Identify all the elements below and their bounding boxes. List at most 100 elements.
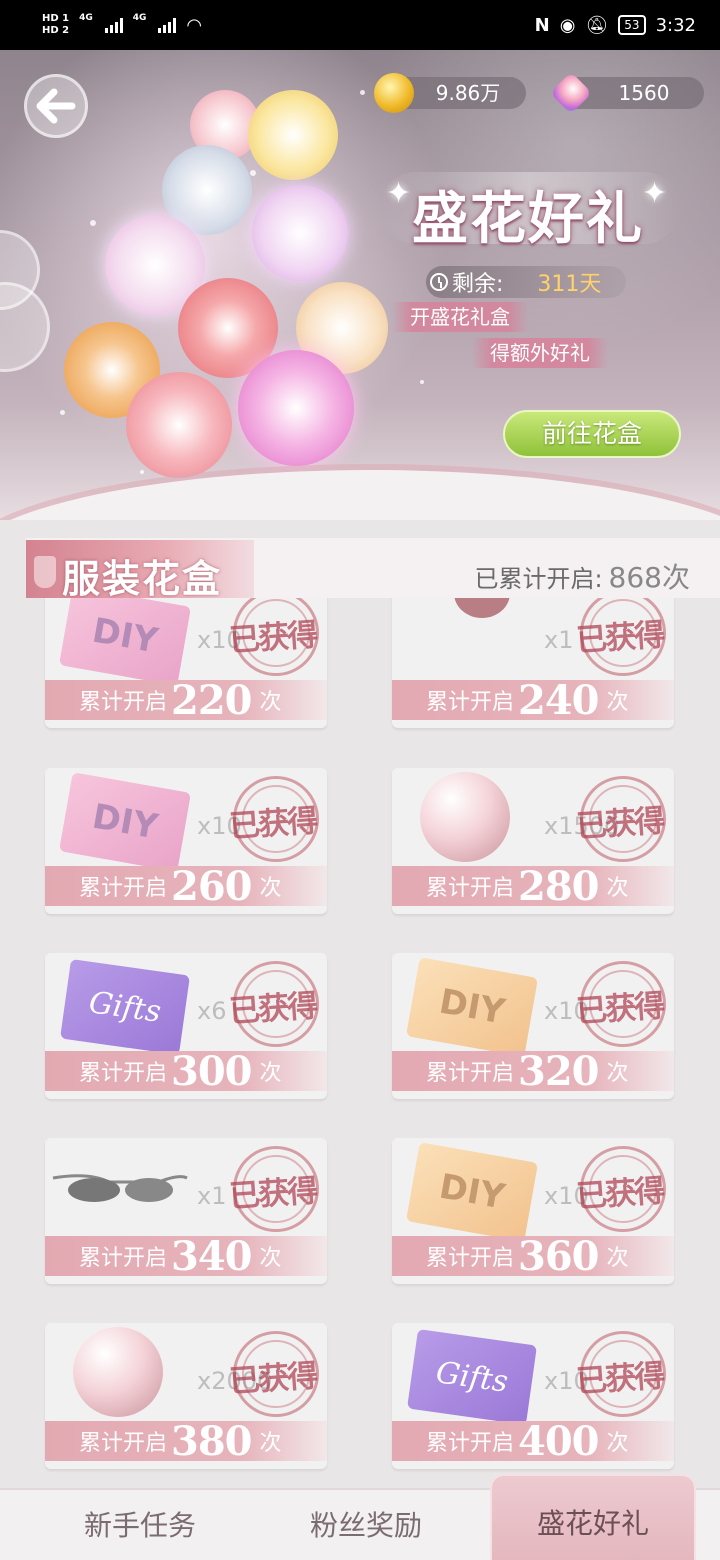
remaining-time: 剩余: 311天 xyxy=(426,266,626,298)
milestone-suffix: 次 xyxy=(606,690,629,715)
total-opened-value: 868次 xyxy=(608,561,690,594)
milestone-prefix: 累计开启 xyxy=(79,1061,168,1086)
milestone-bar: 累计开启 260 次 xyxy=(45,863,327,910)
obtained-stamp-text: 已获得 xyxy=(228,1358,318,1400)
gem-balance[interactable]: 1560 xyxy=(549,71,704,115)
clock-icon xyxy=(430,273,448,291)
milestone-suffix: 次 xyxy=(606,876,629,901)
total-opened: 已累计开启: 868次 xyxy=(474,556,690,596)
milestone-prefix: 累计开启 xyxy=(79,1431,168,1456)
reward-card[interactable]: x1 已获得 累计开启 240 次 xyxy=(392,598,674,728)
milestone-bar: 累计开启 240 次 xyxy=(392,677,674,724)
clock-time: 3:32 xyxy=(655,14,696,36)
milestone-count: 400 xyxy=(518,1417,599,1465)
obtained-stamp-text: 已获得 xyxy=(228,988,318,1030)
obtained-stamp-text: 已获得 xyxy=(575,803,665,845)
reward-grid[interactable]: DIY x10 已获得 累计开启 220 次 x1 已获得 累计开启 240 次 DIY x10 已获得累… xyxy=(26,598,690,1488)
gifts-card-icon: Gifts xyxy=(407,1329,537,1425)
obtained-stamp-text: 已获得 xyxy=(228,1173,318,1215)
milestone-prefix: 累计开启 xyxy=(79,690,168,715)
promo-tag-2: 得额外好礼 xyxy=(472,338,608,368)
tab-flower-gift[interactable]: 盛花好礼 xyxy=(490,1474,696,1560)
chat-bubble-icon[interactable] xyxy=(0,282,50,372)
milestone-bar: 累计开启 360 次 xyxy=(392,1233,674,1280)
milestone-prefix: 累计开启 xyxy=(426,1246,515,1271)
obtained-stamp-text: 已获得 xyxy=(575,1358,665,1400)
milestone-count: 360 xyxy=(518,1232,599,1280)
vase-icon xyxy=(34,556,56,588)
reward-quantity: x1 xyxy=(197,1182,227,1210)
milestone-suffix: 次 xyxy=(259,1061,282,1086)
milestone-prefix: 累计开启 xyxy=(426,1431,515,1456)
coin-balance[interactable]: 9.86万 xyxy=(374,73,526,113)
signal-icon-2 xyxy=(158,17,177,33)
milestone-suffix: 次 xyxy=(259,690,282,715)
milestone-count: 380 xyxy=(171,1417,252,1465)
milestone-prefix: 累计开启 xyxy=(426,1061,515,1086)
sparkle-star-icon: ✦ xyxy=(642,176,668,211)
hd2-label: HD 2 xyxy=(42,25,70,36)
reward-card[interactable]: x1500 已获得 累计开启 280 次 xyxy=(392,768,674,914)
reward-card[interactable]: Gifts x6 已获得累计开启 300 次 xyxy=(45,953,327,1099)
dress-orb-icon xyxy=(420,772,510,862)
reward-card[interactable]: x2000 已获得 累计开启 380 次 xyxy=(45,1323,327,1469)
sparkle-star-icon: ✦ xyxy=(386,176,412,211)
coin-icon xyxy=(374,73,414,113)
milestone-suffix: 次 xyxy=(606,1246,629,1271)
event-title: 盛花好礼 xyxy=(412,186,644,252)
sim-indicator: HD 1 HD 2 xyxy=(42,13,69,37)
go-to-flower-box-button[interactable]: 前往花盒 xyxy=(503,410,681,458)
net2-label: 4G xyxy=(132,13,147,23)
back-button[interactable] xyxy=(24,74,88,138)
tab-fan-rewards[interactable]: 粉丝奖励 xyxy=(266,1490,466,1560)
milestone-suffix: 次 xyxy=(259,1246,282,1271)
status-bar: HD 1 HD 2 4G 4G ◠ N ◉ 🔕︎ 53 3:32 xyxy=(0,0,720,50)
obtained-stamp-text: 已获得 xyxy=(575,1173,665,1215)
battery-icon: 53 xyxy=(618,15,646,35)
milestone-suffix: 次 xyxy=(259,876,282,901)
section-title: 服装花盒 xyxy=(62,556,223,601)
milestone-bar: 累计开启 220 次 xyxy=(45,677,327,724)
diy-card-icon: DIY xyxy=(405,1142,539,1242)
net1-label: 4G xyxy=(79,13,93,23)
reward-card[interactable]: x1 已获得 累计开启 340 次 xyxy=(45,1138,327,1284)
dress-orb-icon xyxy=(73,1327,163,1417)
reward-card[interactable]: DIY x10 已获得 累计开启 260 次 xyxy=(45,768,327,914)
milestone-count: 300 xyxy=(171,1047,252,1095)
obtained-stamp-text: 已获得 xyxy=(575,617,665,659)
diy-card-icon: DIY xyxy=(58,772,192,872)
reward-card[interactable]: DIY x10 已获得 累计开启 320 次 xyxy=(392,953,674,1099)
nfc-icon: N xyxy=(534,14,550,36)
milestone-count: 220 xyxy=(171,676,252,724)
sunglasses-icon xyxy=(49,1168,189,1208)
milestone-bar: 累计开启 320 次 xyxy=(392,1048,674,1095)
milestone-prefix: 累计开启 xyxy=(79,1246,168,1271)
milestone-count: 320 xyxy=(518,1047,599,1095)
reward-card[interactable]: Gifts x10 已获得 累计开启 400 次 xyxy=(392,1323,674,1469)
reward-card[interactable]: DIY x10 已获得 累计开启 360 次 xyxy=(392,1138,674,1284)
signal-icon xyxy=(104,17,123,33)
wifi-icon: ◠ xyxy=(186,14,203,36)
gifts-card-icon: Gifts xyxy=(60,959,190,1055)
bottom-nav: 新手任务 粉丝奖励 盛花好礼 xyxy=(0,1474,720,1560)
diy-card-icon: DIY xyxy=(58,598,192,686)
milestone-suffix: 次 xyxy=(259,1431,282,1456)
tab-newbie-tasks[interactable]: 新手任务 xyxy=(40,1490,240,1560)
gem-amount: 1560 xyxy=(618,81,670,105)
arrow-left-icon xyxy=(36,88,76,124)
milestone-bar: 累计开启 380 次 xyxy=(45,1418,327,1465)
reward-quantity: x6 xyxy=(197,997,227,1025)
reward-card[interactable]: DIY x10 已获得 累计开启 220 次 xyxy=(45,598,327,728)
milestone-prefix: 累计开启 xyxy=(426,876,515,901)
coin-amount: 9.86万 xyxy=(435,81,501,105)
milestone-prefix: 累计开启 xyxy=(79,876,168,901)
milestone-bar: 累计开启 280 次 xyxy=(392,863,674,910)
location-icon: ◉ xyxy=(559,14,576,36)
obtained-stamp-text: 已获得 xyxy=(575,988,665,1030)
diy-card-icon: DIY xyxy=(405,957,539,1057)
promo-tag-1: 开盛花礼盒 xyxy=(392,302,528,332)
total-opened-label: 已累计开启: xyxy=(474,565,603,593)
mute-bell-icon: 🔕︎ xyxy=(585,14,609,36)
milestone-suffix: 次 xyxy=(606,1061,629,1086)
obtained-stamp-text: 已获得 xyxy=(228,617,318,659)
